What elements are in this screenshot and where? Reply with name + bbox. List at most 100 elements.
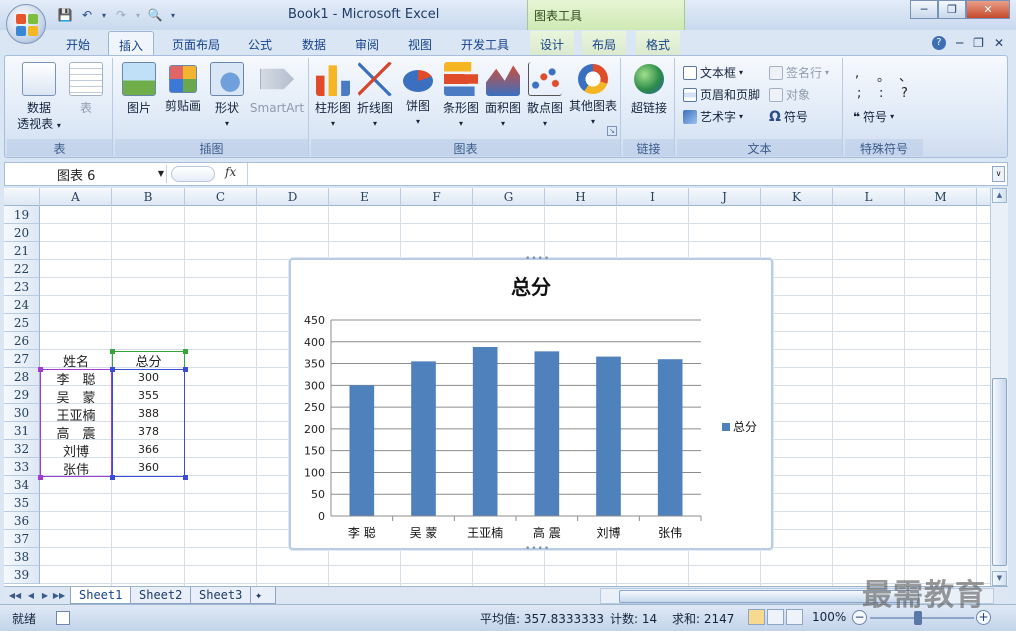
hyperlink-button[interactable]: 超链接	[627, 62, 671, 116]
symbol-comma[interactable]: ,	[855, 66, 859, 81]
name-box[interactable]: 图表 6 ▼	[9, 165, 167, 184]
other-charts-button[interactable]: 其他图表 ▾	[567, 62, 619, 130]
column-header-e[interactable]: E	[329, 188, 401, 206]
zoom-level[interactable]: 100%	[812, 610, 846, 624]
column-header-k[interactable]: K	[761, 188, 833, 206]
workbook-minimize-icon[interactable]: ─	[956, 36, 963, 50]
customize-dropdown-icon[interactable]: ▾	[168, 6, 178, 24]
minimize-button[interactable]: ─	[910, 0, 938, 19]
undo-icon[interactable]: ↶	[78, 6, 96, 24]
page-layout-view-icon[interactable]	[767, 609, 784, 625]
column-header-b[interactable]: B	[112, 188, 185, 206]
close-button[interactable]: ✕	[966, 0, 1010, 19]
charts-dialog-launcher-icon[interactable]: ↘	[607, 126, 617, 136]
row-header-23[interactable]: 23	[4, 278, 40, 296]
tab-view[interactable]: 视图	[400, 31, 440, 55]
selection-handle[interactable]	[110, 367, 115, 372]
selection-handle[interactable]	[38, 475, 43, 480]
formula-oval-button[interactable]	[171, 166, 215, 182]
sheet-tab-sheet1[interactable]: Sheet1	[70, 587, 132, 604]
prev-sheet-icon[interactable]: ◀	[24, 589, 38, 602]
area-chart-button[interactable]: 面积图 ▾	[483, 62, 523, 132]
row-header-38[interactable]: 38	[4, 548, 40, 566]
row-header-28[interactable]: 28	[4, 368, 40, 386]
redo-icon[interactable]: ↷	[112, 6, 130, 24]
tab-design[interactable]: 设计	[530, 31, 574, 55]
select-all-corner[interactable]	[4, 188, 40, 206]
office-button[interactable]	[6, 4, 46, 44]
status-average[interactable]: 平均值: 357.8333333	[480, 610, 604, 627]
symbol-period[interactable]: 。	[877, 66, 890, 85]
column-header-c[interactable]: C	[185, 188, 257, 206]
scroll-down-icon[interactable]: ▼	[992, 571, 1007, 586]
symbol-enum-comma[interactable]: 、	[899, 66, 912, 85]
print-preview-icon[interactable]: 🔍	[146, 6, 164, 24]
symbol-semicolon[interactable]: ;	[857, 86, 861, 101]
column-header-d[interactable]: D	[257, 188, 329, 206]
clipart-button[interactable]: 剪贴画	[161, 62, 205, 114]
tab-developer[interactable]: 开发工具	[452, 31, 518, 55]
wordart-button[interactable]: 艺术字 ▾	[683, 108, 743, 125]
row-header-32[interactable]: 32	[4, 440, 40, 458]
column-header-g[interactable]: G	[473, 188, 545, 206]
save-icon[interactable]: 💾	[56, 6, 74, 24]
signature-line-button[interactable]: 签名行 ▾	[769, 64, 829, 81]
row-header-25[interactable]: 25	[4, 314, 40, 332]
cell-header-name[interactable]: 姓名	[40, 350, 112, 370]
macro-record-icon[interactable]	[56, 611, 70, 625]
insert-function-icon[interactable]: fx	[225, 165, 236, 179]
tab-formulas[interactable]: 公式	[240, 31, 280, 55]
sheet-tab-sheet3[interactable]: Sheet3	[190, 587, 252, 604]
sheet-tab-sheet2[interactable]: Sheet2	[130, 587, 192, 604]
page-break-view-icon[interactable]	[786, 609, 803, 625]
textbox-button[interactable]: 文本框 ▾	[683, 64, 743, 81]
redo-dropdown-icon[interactable]: ▾	[134, 6, 142, 24]
selection-handle[interactable]	[110, 475, 115, 480]
row-header-26[interactable]: 26	[4, 332, 40, 350]
row-header-33[interactable]: 33	[4, 458, 40, 476]
special-symbol-button[interactable]: ❝ 符号 ▾	[853, 108, 894, 125]
row-header-31[interactable]: 31	[4, 422, 40, 440]
table-button[interactable]: 表	[69, 62, 103, 116]
formula-input[interactable]	[247, 163, 993, 185]
workbook-close-icon[interactable]: ✕	[994, 36, 1004, 50]
status-sum[interactable]: 求和: 2147	[672, 610, 734, 627]
tab-format[interactable]: 格式	[636, 31, 680, 55]
help-icon[interactable]: ?	[931, 36, 946, 50]
tab-data[interactable]: 数据	[294, 31, 334, 55]
selection-handle[interactable]	[183, 475, 188, 480]
pivot-table-button[interactable]: 数据 透视表 ▾	[15, 62, 63, 134]
column-header-h[interactable]: H	[545, 188, 617, 206]
tab-layout[interactable]: 布局	[582, 31, 626, 55]
vertical-scrollbar[interactable]: ▲ ▼	[990, 188, 1008, 586]
row-header-37[interactable]: 37	[4, 530, 40, 548]
row-header-29[interactable]: 29	[4, 386, 40, 404]
column-header-a[interactable]: A	[40, 188, 112, 206]
column-header-f[interactable]: F	[401, 188, 473, 206]
tab-page-layout[interactable]: 页面布局	[164, 31, 228, 55]
row-header-34[interactable]: 34	[4, 476, 40, 494]
object-button[interactable]: 对象	[769, 86, 810, 103]
line-chart-button[interactable]: 折线图 ▾	[355, 62, 395, 132]
pie-chart-button[interactable]: 饼图 ▾	[399, 62, 437, 130]
row-header-20[interactable]: 20	[4, 224, 40, 242]
selection-handle[interactable]	[110, 349, 115, 354]
row-header-39[interactable]: 39	[4, 566, 40, 584]
picture-button[interactable]: 图片	[121, 62, 157, 116]
restore-button[interactable]: ❐	[938, 0, 966, 19]
symbol-button[interactable]: Ω 符号	[769, 108, 808, 125]
normal-view-icon[interactable]	[748, 609, 765, 625]
shapes-button[interactable]: 形状 ▾	[209, 62, 245, 132]
bar-chart-button[interactable]: 条形图 ▾	[441, 62, 481, 132]
status-count[interactable]: 计数: 14	[610, 610, 657, 627]
row-header-35[interactable]: 35	[4, 494, 40, 512]
expand-formula-bar-icon[interactable]: ∨	[992, 166, 1005, 182]
tab-review[interactable]: 审阅	[347, 31, 387, 55]
row-header-22[interactable]: 22	[4, 260, 40, 278]
smartart-button[interactable]: SmartArt	[249, 62, 305, 116]
first-sheet-icon[interactable]: ◀◀	[8, 589, 22, 602]
row-header-24[interactable]: 24	[4, 296, 40, 314]
column-header-i[interactable]: I	[617, 188, 689, 206]
selection-handle[interactable]	[183, 367, 188, 372]
chart-object[interactable]: •••• •••• 总分 0 50 100 150 200 250 300 350 400 450 李…	[289, 254, 773, 554]
